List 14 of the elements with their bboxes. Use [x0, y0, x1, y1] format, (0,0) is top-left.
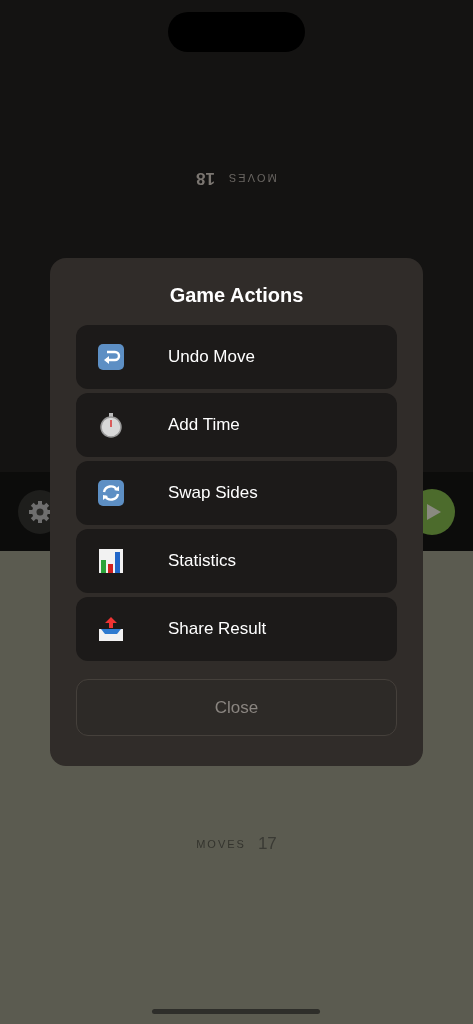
action-button[interactable]: Statistics — [76, 529, 397, 593]
action-button[interactable]: Share Result — [76, 597, 397, 661]
moves-count: 18 — [196, 168, 216, 188]
play-icon — [427, 503, 441, 520]
bar-chart-icon — [99, 549, 123, 573]
outbox-tray-icon — [97, 617, 125, 641]
refresh-arrows-icon — [98, 480, 124, 506]
close-button[interactable]: Close — [76, 679, 397, 736]
action-button[interactable]: Swap Sides — [76, 461, 397, 525]
stopwatch-icon — [98, 412, 124, 438]
action-button[interactable]: Add Time — [76, 393, 397, 457]
action-button[interactable]: Undo Move — [76, 325, 397, 389]
dialog-title: Game Actions — [168, 284, 305, 307]
moves-label: MOVES — [227, 172, 277, 184]
